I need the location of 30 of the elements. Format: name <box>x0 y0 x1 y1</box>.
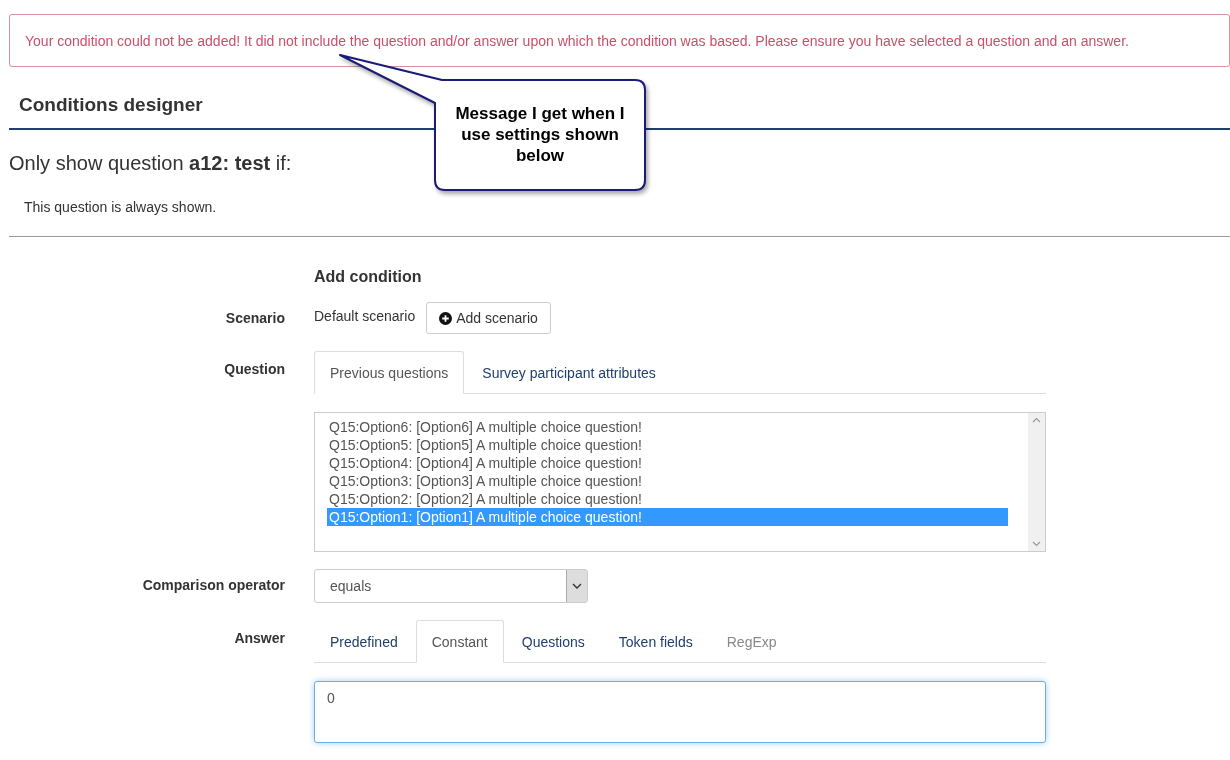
question-option[interactable]: Q15:Option6: [Option6] A multiple choice question! <box>327 418 1008 436</box>
question-option[interactable]: Q15:Option2: [Option2] A multiple choice question! <box>327 490 1008 508</box>
question-listbox[interactable] <box>314 412 1046 552</box>
field-label: Scenario <box>224 309 285 328</box>
question-option[interactable]: Q15:Option3: [Option3] A multiple choice question! <box>327 472 1008 490</box>
question-option[interactable]: Q15:Option5: [Option5] A multiple choice question! <box>327 436 1008 454</box>
tab[interactable]: Survey participant attributes <box>466 351 672 394</box>
condition-intro: Only show question a12: test if: <box>9 152 292 175</box>
tab[interactable]: Constant <box>415 620 504 663</box>
form-title: Add condition <box>314 268 423 286</box>
answer-field[interactable]: 0 <box>314 681 1046 743</box>
field-label: Answer <box>233 629 285 648</box>
operator-select[interactable]: equals <box>314 569 588 603</box>
tab[interactable]: Questions <box>505 620 601 663</box>
error-alert: Your condition could not be added! It did not include the question and/or answer upon which the condition was based. Please ensure you have selected a question and an answer. <box>9 14 1230 67</box>
chevron-up-icon[interactable] <box>1032 417 1041 423</box>
callout-text: Message I get when I use settings shown below <box>454 103 626 166</box>
plus-circle-icon <box>439 311 453 325</box>
tab[interactable]: Token fields <box>602 620 709 663</box>
add-scenario-button[interactable]: Add scenario <box>426 302 551 334</box>
question-option[interactable]: Q15:Option4: [Option4] A multiple choice question! <box>327 454 1008 472</box>
tab[interactable]: Predefined <box>314 620 414 663</box>
tab[interactable]: Previous questions <box>314 351 465 394</box>
field-label: Question <box>223 360 285 379</box>
status-text: This question is always shown. <box>24 199 218 215</box>
chevron-down-icon[interactable] <box>1032 541 1041 547</box>
scrollbar[interactable] <box>1028 413 1045 551</box>
field-label: Comparison operator <box>141 576 285 595</box>
chevron-down-icon <box>572 582 582 590</box>
scenario-name: Default scenario <box>314 308 416 324</box>
